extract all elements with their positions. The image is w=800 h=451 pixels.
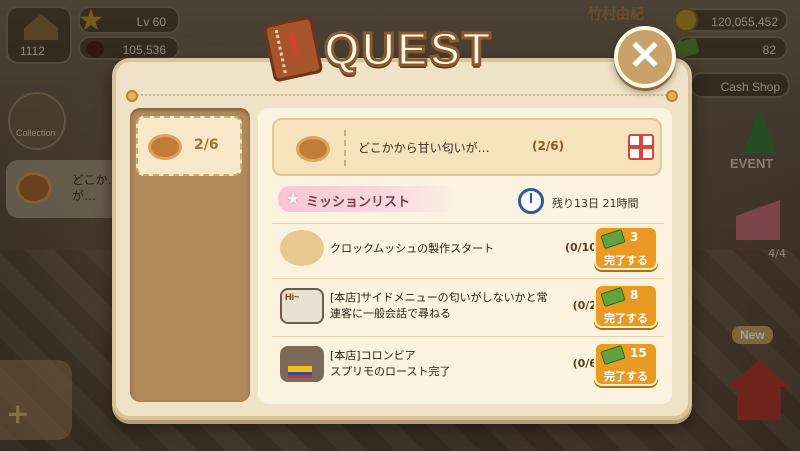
- divider: [272, 336, 664, 337]
- gift-icon[interactable]: [628, 134, 654, 160]
- reward-count: 15: [630, 346, 647, 360]
- panel-rail: [130, 94, 674, 96]
- complete-label: 完了する: [604, 370, 648, 383]
- reward-count: 3: [630, 230, 639, 244]
- quest-list-item[interactable]: 2/6: [136, 116, 242, 176]
- mission-progress: (0/10): [564, 241, 602, 254]
- cash-icon: [600, 228, 626, 250]
- divider: [272, 278, 664, 279]
- bagel-icon: [148, 134, 182, 160]
- coffee-bag-icon: [280, 346, 324, 382]
- mission-description: クロックムッシュの製作スタート: [330, 242, 495, 255]
- mission-progress: (0/6): [572, 357, 602, 370]
- time-remaining: 残り13日 21時間: [552, 197, 639, 210]
- rivet-icon: [666, 90, 678, 102]
- colombia-flag-icon: [288, 366, 312, 378]
- mission-row: Hi~ [本店]サイドメニューの匂いがしないかと常連客に一般会話で尋ねる (0/…: [272, 280, 664, 334]
- reward-count: 8: [630, 288, 639, 302]
- mission-list-label: ミッションリスト: [306, 195, 411, 210]
- stopwatch-icon: [518, 188, 544, 214]
- quest-header: どこかから甘い匂いが… (2/6): [272, 118, 662, 176]
- chat-icon: Hi~: [280, 288, 324, 324]
- close-button[interactable]: ✕: [614, 26, 676, 88]
- quest-title-text: QUEST: [322, 22, 493, 77]
- quest-name: どこかから甘い匂いが…: [358, 141, 490, 155]
- cash-icon: [600, 344, 626, 366]
- star-icon: ★: [286, 189, 301, 208]
- complete-label: 完了する: [604, 254, 648, 267]
- rivet-icon: [126, 90, 138, 102]
- quest-list-progress: 2/6: [194, 137, 219, 153]
- mission-row: [本店]コロンビア スプリモのロースト完了 (0/6) 15 完了する: [272, 338, 664, 392]
- quest-list: 2/6: [130, 108, 250, 402]
- notebook-icon: !: [262, 15, 324, 83]
- cash-icon: [600, 286, 626, 308]
- mission-description: [本店]サイドメニューの匂いがしないかと常連客に一般会話で尋ねる: [330, 291, 548, 320]
- complete-button[interactable]: 15 完了する: [594, 342, 658, 386]
- complete-button[interactable]: 8 完了する: [594, 284, 658, 328]
- bagel-icon: [296, 136, 330, 162]
- mission-description: [本店]コロンビア スプリモのロースト完了: [330, 349, 451, 378]
- chat-icon-text: Hi~: [285, 292, 300, 302]
- quest-title: ! QUEST: [262, 14, 542, 86]
- quest-progress: (2/6): [532, 139, 565, 153]
- divider: [344, 130, 346, 166]
- complete-button[interactable]: 3 完了する: [594, 226, 658, 270]
- complete-label: 完了する: [604, 312, 648, 325]
- croque-monsieur-icon: [280, 230, 324, 266]
- mission-list-heading: ★ ミッションリスト: [278, 186, 456, 212]
- mission-row: クロックムッシュの製作スタート (0/10) 3 完了する: [272, 222, 664, 276]
- mission-progress: (0/2): [572, 299, 602, 312]
